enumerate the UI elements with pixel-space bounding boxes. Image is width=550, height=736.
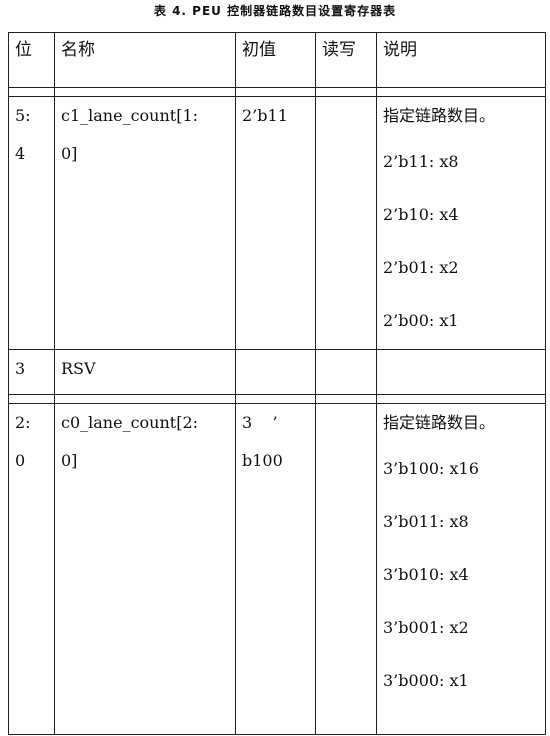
header-init: 初值 bbox=[235, 32, 316, 88]
table-header-row: 位 名称 初值 读写 说明 bbox=[8, 32, 546, 88]
cell-bit: 5: 4 bbox=[8, 96, 55, 350]
init-line: b100 bbox=[242, 451, 283, 470]
row-gap bbox=[8, 394, 546, 404]
cell-rw bbox=[315, 349, 377, 395]
name-line: RSV bbox=[61, 359, 96, 378]
header-name: 名称 bbox=[54, 32, 236, 88]
name-line: c0_lane_count[2: bbox=[61, 413, 199, 432]
desc-line: 2’b11: x8 bbox=[383, 152, 459, 171]
cell-bit: 3 bbox=[8, 349, 55, 395]
cell-bit: 2: 0 bbox=[8, 403, 55, 735]
desc-line: 3’b010: x4 bbox=[383, 565, 469, 584]
cell-desc bbox=[376, 349, 546, 395]
header-desc: 说明 bbox=[376, 32, 546, 88]
cell-rw bbox=[315, 403, 377, 735]
table-row: 2: 0 c0_lane_count[2: 0] 3 ’ b100 指定链路数目… bbox=[8, 403, 546, 735]
header-bit: 位 bbox=[8, 32, 55, 88]
cell-name: RSV bbox=[54, 349, 236, 395]
name-line: c1_lane_count[1: bbox=[61, 106, 199, 125]
header-rw: 读写 bbox=[315, 32, 377, 88]
desc-line: 3’b001: x2 bbox=[383, 618, 469, 637]
desc-line: 3’b011: x8 bbox=[383, 512, 469, 531]
bit-line: 2: bbox=[15, 413, 31, 432]
desc-line: 指定链路数目。 bbox=[383, 106, 496, 125]
cell-desc: 指定链路数目。 3’b100: x16 3’b011: x8 3’b010: x… bbox=[376, 403, 546, 735]
cell-init: 2’b11 bbox=[235, 96, 316, 350]
bit-line: 3 bbox=[15, 359, 26, 378]
register-table: 位 名称 初值 读写 说明 5: 4 c1_lane_count[1: 0] 2… bbox=[8, 32, 546, 735]
desc-line: 3’b000: x1 bbox=[383, 671, 469, 690]
table-row: 5: 4 c1_lane_count[1: 0] 2’b11 指定链路数目。 2… bbox=[8, 96, 546, 350]
row-gap bbox=[8, 87, 546, 97]
table-row: 3 RSV bbox=[8, 349, 546, 395]
desc-line: 3’b100: x16 bbox=[383, 459, 479, 478]
cell-rw bbox=[315, 96, 377, 350]
bit-line: 0 bbox=[15, 451, 26, 470]
cell-desc: 指定链路数目。 2’b11: x8 2’b10: x4 2’b01: x2 2’… bbox=[376, 96, 546, 350]
cell-init: 3 ’ b100 bbox=[235, 403, 316, 735]
desc-line: 2’b10: x4 bbox=[383, 205, 459, 224]
desc-line: 2’b00: x1 bbox=[383, 311, 459, 330]
bit-line: 4 bbox=[15, 144, 26, 163]
init-line: 3 ’ bbox=[242, 413, 278, 432]
name-line: 0] bbox=[61, 144, 78, 163]
cell-init bbox=[235, 349, 316, 395]
desc-line: 指定链路数目。 bbox=[383, 413, 496, 432]
desc-line: 2’b01: x2 bbox=[383, 258, 459, 277]
cell-name: c0_lane_count[2: 0] bbox=[54, 403, 236, 735]
name-line: 0] bbox=[61, 451, 78, 470]
table-caption: 表 4. PEU 控制器链路数目设置寄存器表 bbox=[153, 4, 397, 18]
init-line: 2’b11 bbox=[242, 106, 288, 125]
cell-name: c1_lane_count[1: 0] bbox=[54, 96, 236, 350]
bit-line: 5: bbox=[15, 106, 31, 125]
